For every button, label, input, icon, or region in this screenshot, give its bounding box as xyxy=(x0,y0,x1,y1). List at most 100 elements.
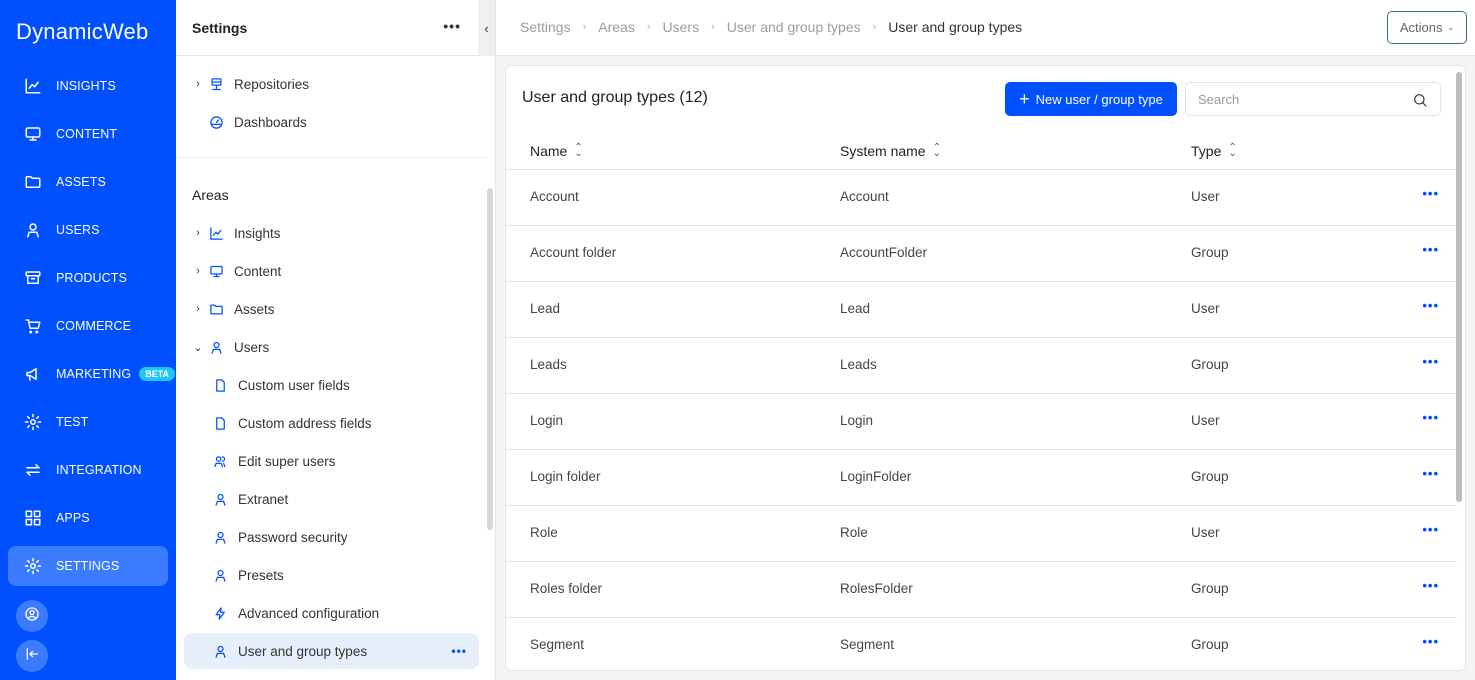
tree-item-user-and-group-types[interactable]: User and group types ••• xyxy=(184,633,479,669)
cell-name: Login folder xyxy=(530,469,601,484)
cell-type: Group xyxy=(1191,357,1229,372)
search-icon[interactable] xyxy=(1412,92,1428,108)
cell-system-name: Role xyxy=(840,525,868,540)
chevron-right-icon[interactable]: › xyxy=(192,227,204,239)
column-label: Name xyxy=(530,143,568,159)
tree-item-content[interactable]: › Content xyxy=(184,253,479,289)
new-user-group-type-button[interactable]: + New user / group type xyxy=(1005,82,1177,116)
cell-system-name: Lead xyxy=(840,301,871,316)
sort-icon: ⌃ ⌄ xyxy=(1228,142,1237,159)
nav-item-label: PRODUCTS xyxy=(56,271,127,285)
nav-item-integration[interactable]: INTEGRATION xyxy=(8,450,168,490)
tree-item-custom-address-fields[interactable]: Custom address fields xyxy=(184,405,479,441)
nav-item-users[interactable]: USERS xyxy=(8,210,168,250)
breadcrumb-users[interactable]: Users xyxy=(663,19,700,35)
user-circle-icon xyxy=(24,606,40,627)
nav-item-assets[interactable]: ASSETS xyxy=(8,162,168,202)
tree-item-assets[interactable]: › Assets xyxy=(184,291,479,327)
row-more-button[interactable]: ••• xyxy=(1422,634,1439,649)
tree-item-more-button[interactable]: ••• xyxy=(451,644,467,658)
cell-name: Login xyxy=(530,413,564,428)
cell-type: User xyxy=(1191,525,1220,540)
tree-item-edit-super-users[interactable]: Edit super users xyxy=(184,443,479,479)
tree-item-label: Content xyxy=(234,263,282,279)
column-header-name[interactable]: Name ⌃ ⌄ xyxy=(530,143,583,160)
sidebar-more-button[interactable]: ••• xyxy=(443,18,461,34)
collapse-sidebar-toggle[interactable]: ‹ xyxy=(478,0,495,56)
row-more-button[interactable]: ••• xyxy=(1422,298,1439,313)
chevron-right-icon[interactable]: › xyxy=(192,303,204,315)
search-input[interactable] xyxy=(1198,91,1398,107)
nav-item-marketing[interactable]: MARKETING BETA xyxy=(8,354,176,394)
nav-item-content[interactable]: CONTENT xyxy=(8,114,168,154)
table-row[interactable]: Segment Segment Group ••• xyxy=(506,618,1457,670)
cell-name: Account folder xyxy=(530,245,617,260)
nav-item-settings[interactable]: SETTINGS xyxy=(8,546,168,586)
table-row[interactable]: Login folder LoginFolder Group ••• xyxy=(506,450,1457,506)
chevron-right-icon[interactable]: › xyxy=(192,78,204,90)
arrows-exchange-icon xyxy=(24,461,42,479)
tree-item-label: User and group types xyxy=(238,643,368,659)
table-row[interactable]: Roles folder RolesFolder Group ••• xyxy=(506,562,1457,618)
profile-button[interactable] xyxy=(16,600,48,632)
chevron-right-icon[interactable]: › xyxy=(192,265,204,277)
tree-item-users[interactable]: ⌄ Users xyxy=(184,329,479,365)
actions-button[interactable]: Actions ⌄ xyxy=(1387,11,1467,44)
nav-item-label: SETTINGS xyxy=(56,559,120,573)
nav-item-commerce[interactable]: COMMERCE xyxy=(8,306,168,346)
nav-item-apps[interactable]: APPS xyxy=(8,498,168,538)
tree-item-repositories[interactable]: › Repositories xyxy=(184,66,479,102)
table-row[interactable]: Account Account User ••• xyxy=(506,170,1457,226)
breadcrumb-areas[interactable]: Areas xyxy=(598,19,635,35)
row-more-button[interactable]: ••• xyxy=(1422,522,1439,537)
breadcrumb-settings[interactable]: Settings xyxy=(520,19,571,35)
column-header-type[interactable]: Type ⌃ ⌄ xyxy=(1191,142,1237,160)
breadcrumb-user-and-group-types[interactable]: User and group types xyxy=(727,19,861,35)
server-icon xyxy=(208,76,224,92)
tree-item-label: Insights xyxy=(234,225,281,241)
tree-item-label: Edit super users xyxy=(238,453,336,469)
cell-system-name: Login xyxy=(840,413,874,428)
tree-item-presets[interactable]: Presets xyxy=(184,557,479,593)
table-row[interactable]: Login Login User ••• xyxy=(506,394,1457,450)
table-scrollbar[interactable] xyxy=(1456,72,1462,502)
table-row[interactable]: Lead Lead User ••• xyxy=(506,282,1457,338)
tree-item-extranet[interactable]: Extranet xyxy=(184,481,479,517)
cell-name: Leads xyxy=(530,357,567,372)
table-row[interactable]: Role Role User ••• xyxy=(506,506,1457,562)
row-more-button[interactable]: ••• xyxy=(1422,578,1439,593)
breadcrumb-separator: › xyxy=(582,21,587,33)
sidebar-title: Settings xyxy=(192,19,248,36)
sidebar-scrollbar[interactable] xyxy=(487,188,493,530)
column-header-system-name[interactable]: System name ⌃ ⌄ xyxy=(840,143,941,160)
nav-item-label: INSIGHTS xyxy=(56,79,116,93)
nav-item-test[interactable]: TEST xyxy=(8,402,168,442)
row-more-button[interactable]: ••• xyxy=(1422,242,1439,257)
user-icon xyxy=(212,491,228,507)
chevron-down-icon[interactable]: ⌄ xyxy=(192,341,204,354)
user-icon xyxy=(208,339,224,355)
sidebar-divider xyxy=(176,157,487,158)
row-more-button[interactable]: ••• xyxy=(1422,466,1439,481)
nav-item-products[interactable]: PRODUCTS xyxy=(8,258,168,298)
logo[interactable]: DynamicWeb xyxy=(16,19,148,45)
tree-item-advanced-configuration[interactable]: Advanced configuration xyxy=(184,595,479,631)
primary-nav-list: INSIGHTS CONTENT ASSETS USERS PRODUCTS C… xyxy=(8,66,176,594)
tree-item-password-security[interactable]: Password security xyxy=(184,519,479,555)
breadcrumb-separator: › xyxy=(711,21,715,33)
row-more-button[interactable]: ••• xyxy=(1422,354,1439,369)
nav-item-label: APPS xyxy=(56,511,90,525)
collapse-nav-button[interactable] xyxy=(16,640,48,672)
tree-item-label: Advanced configuration xyxy=(238,605,380,621)
table-row[interactable]: Account folder AccountFolder Group ••• xyxy=(506,226,1457,282)
user-icon xyxy=(212,529,228,545)
settings-sidebar-header: Settings ••• ‹ xyxy=(176,0,495,56)
monitor-icon xyxy=(24,125,42,143)
row-more-button[interactable]: ••• xyxy=(1422,186,1439,201)
nav-item-insights[interactable]: INSIGHTS xyxy=(8,66,168,106)
tree-item-custom-user-fields[interactable]: Custom user fields xyxy=(184,367,479,403)
tree-item-dashboards[interactable]: Dashboards xyxy=(184,104,479,140)
row-more-button[interactable]: ••• xyxy=(1422,410,1439,425)
tree-item-insights[interactable]: › Insights xyxy=(184,215,479,251)
table-row[interactable]: Leads Leads Group ••• xyxy=(506,338,1457,394)
